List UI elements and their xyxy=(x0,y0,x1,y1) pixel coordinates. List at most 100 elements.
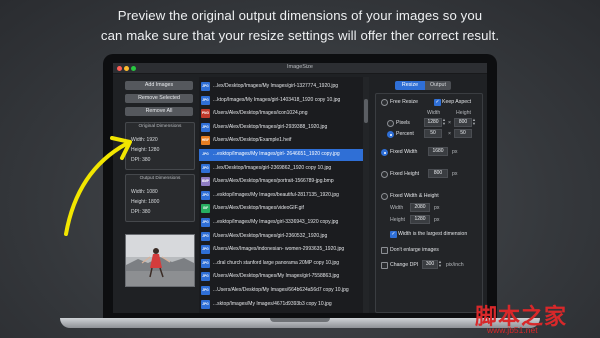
dont-enlarge-checkbox[interactable] xyxy=(381,247,388,254)
fixed-width-height-radio[interactable] xyxy=(381,193,388,200)
free-resize-radio[interactable] xyxy=(381,99,388,106)
file-path: /Users/Alex/Desktop/Example1.heif xyxy=(213,137,292,144)
keep-aspect-checkbox[interactable]: ✓ xyxy=(434,99,441,106)
height-column-label: Height xyxy=(456,110,471,116)
file-path: ...esktop/Images/My Images/girl- 2646651… xyxy=(213,151,340,157)
file-list-row[interactable]: GIF/Users/Alex/Desktop/Images/videoGIF.g… xyxy=(199,203,363,215)
times-symbol: × xyxy=(448,119,452,126)
fwh-width-input[interactable]: 2080 xyxy=(410,203,430,212)
laptop-notch xyxy=(270,318,330,322)
fixed-height-unit: px xyxy=(452,170,458,177)
original-dimensions-title: Original Dimensions xyxy=(138,124,182,129)
file-list-row[interactable]: HEIF/Users/Alex/Desktop/Example1.heif xyxy=(199,135,363,147)
file-path: /Users/Alex/Desktop/Images/portrait-1566… xyxy=(213,178,334,185)
file-list-row[interactable]: JPG ...esktop/Images/My Images/girl-33369… xyxy=(199,217,363,229)
file-path: ...ktop/Images/My Images/girl-1403418_19… xyxy=(213,96,341,103)
remove-all-button[interactable]: Remove All xyxy=(125,107,193,116)
file-path: ...lex/Desktop/Images/My Images/girl-132… xyxy=(213,83,339,89)
largest-dimension-label: Width is the largest dimension xyxy=(398,230,468,237)
file-list-row[interactable]: JPG ...dral church stanford large panoram… xyxy=(199,258,363,270)
file-path: ...lex/Desktop/Images/girl-2369862_1920 … xyxy=(213,164,332,171)
file-path: /Users/Alex/Images/indonesian- women-299… xyxy=(213,246,345,253)
pixels-width-input[interactable]: 1280 xyxy=(424,118,442,127)
free-resize-label: Free Resize xyxy=(390,98,418,105)
dpi-input[interactable]: 300 xyxy=(422,260,438,269)
file-list-row[interactable]: JPG ...Users/Alex/Desktop/My Images/664b6… xyxy=(199,285,363,297)
file-path: ...dral church stanford large panorama 2… xyxy=(213,259,340,266)
percent-radio[interactable] xyxy=(387,131,394,138)
file-list-row[interactable]: JPG ...esktop/Images/My Images/beautiful-… xyxy=(199,190,363,202)
file-path: ...esktop/Images/My Images/beautiful-281… xyxy=(213,191,339,198)
dpi-stepper[interactable]: ▲ ▼ xyxy=(438,260,442,268)
title-bar: ImageSize xyxy=(113,63,487,74)
window-title: ImageSize xyxy=(287,64,313,70)
fixed-height-input[interactable]: 800 xyxy=(428,169,448,178)
file-type-icon: HEIF xyxy=(201,136,210,146)
file-type-icon: JPG xyxy=(201,95,210,105)
percent-width-input[interactable]: 50 xyxy=(424,129,442,138)
largest-dimension-checkbox[interactable]: ✓ xyxy=(390,231,397,238)
pixels-height-input[interactable]: 800 xyxy=(454,118,472,127)
file-type-icon: JPG xyxy=(201,163,210,173)
percent-label: Percent xyxy=(396,130,414,137)
file-list-row[interactable]: JPG/Users/Alex/Desktop/Images/My Images/… xyxy=(199,271,363,283)
file-list-row[interactable]: BMP/Users/Alex/Desktop/Images/portrait-1… xyxy=(199,176,363,188)
pixels-width-stepper[interactable]: ▲ ▼ xyxy=(442,118,446,126)
tab-output[interactable]: Output xyxy=(425,81,451,90)
fixed-width-height-label: Fixed Width & Height xyxy=(390,192,439,199)
pixels-label: Pixels xyxy=(396,119,410,126)
percent-times-symbol: × xyxy=(448,130,452,137)
image-preview xyxy=(125,234,195,287)
file-type-icon: JPG xyxy=(201,150,210,159)
fixed-width-radio[interactable] xyxy=(381,149,388,156)
file-list-scrollbar[interactable] xyxy=(363,77,369,313)
file-type-icon: JPG xyxy=(201,82,210,91)
file-type-icon: BMP xyxy=(201,177,210,187)
pixels-height-stepper[interactable]: ▲ ▼ xyxy=(472,118,476,126)
headline-line-1: Preview the original output dimensions o… xyxy=(117,8,483,23)
change-dpi-label: Change DPI xyxy=(390,261,419,268)
fwh-width-label: Width xyxy=(390,204,404,211)
fixed-width-label: Fixed Width xyxy=(390,148,418,155)
add-images-button[interactable]: Add Images xyxy=(125,81,193,90)
file-list-row[interactable]: JPG ...sktop/Images/My Images/4671d9393b3… xyxy=(199,299,363,311)
fwh-height-input[interactable]: 1280 xyxy=(410,215,430,224)
file-path: /Users/Alex/Desktop/Images/icon1024.png xyxy=(213,110,308,117)
file-list-row[interactable]: JPG/Users/Alex/Images/indonesian- women-… xyxy=(199,244,363,256)
headline-line-2: can make sure that your resize settings … xyxy=(100,28,500,43)
file-list-row[interactable]: JPG/Users/Alex/Desktop/Images/girl-29393… xyxy=(199,122,363,134)
fwh-height-label: Height xyxy=(390,216,405,223)
remove-selected-button[interactable]: Remove Selected xyxy=(125,94,193,103)
change-dpi-checkbox[interactable] xyxy=(381,262,388,269)
dpi-unit: pix/inch xyxy=(446,261,464,268)
file-path: ...Users/Alex/Desktop/My Images/664b624a… xyxy=(213,287,349,293)
percent-height-input[interactable]: 50 xyxy=(454,129,472,138)
file-type-icon: JPG xyxy=(201,286,210,295)
file-list-row[interactable]: JPG ...ktop/Images/My Images/girl-1403418… xyxy=(199,95,363,107)
fwh-width-unit: px xyxy=(434,204,440,211)
resize-options-panel: Free Resize ✓ Keep Aspect Width Height P… xyxy=(375,93,483,313)
file-type-icon: JPG xyxy=(201,299,210,309)
file-path: /Users/Alex/Desktop/Images/videoGIF.gif xyxy=(213,205,304,212)
file-type-icon: JPG xyxy=(201,245,210,255)
tab-resize[interactable]: Resize xyxy=(395,81,425,90)
file-type-icon: JPG xyxy=(201,272,210,282)
fixed-height-radio[interactable] xyxy=(381,171,388,178)
pixels-radio[interactable] xyxy=(387,120,394,127)
file-list-row[interactable]: PNG/Users/Alex/Desktop/Images/icon1024.p… xyxy=(199,108,363,120)
file-type-icon: GIF xyxy=(201,204,210,214)
file-list-row[interactable]: JPG/Users/Alex/Desktop/Images/girl-23605… xyxy=(199,231,363,243)
file-list-row[interactable]: JPG ...lex/Desktop/Images/My Images/girl-… xyxy=(199,81,363,93)
file-type-icon: JPG xyxy=(201,122,210,132)
file-type-icon: JPG xyxy=(201,258,210,268)
file-list[interactable]: JPG ...lex/Desktop/Images/My Images/girl-… xyxy=(199,77,363,313)
app-window: ImageSize Add Images Remove Selected Rem… xyxy=(113,63,487,313)
file-list-row[interactable]: JPG ...lex/Desktop/Images/girl-2369862_19… xyxy=(199,163,363,175)
dont-enlarge-label: Don't enlarge images xyxy=(390,246,439,253)
headline: Preview the original output dimensions o… xyxy=(0,6,600,46)
file-path: /Users/Alex/Desktop/Images/girl-2360532_… xyxy=(213,232,328,239)
file-path: ...sktop/Images/My Images/4671d9393b3 co… xyxy=(213,300,332,307)
file-list-row[interactable]: JPG ...esktop/Images/My Images/girl- 2646… xyxy=(199,149,363,161)
scrollbar-thumb[interactable] xyxy=(364,99,368,123)
fixed-width-input[interactable]: 1680 xyxy=(428,147,448,156)
